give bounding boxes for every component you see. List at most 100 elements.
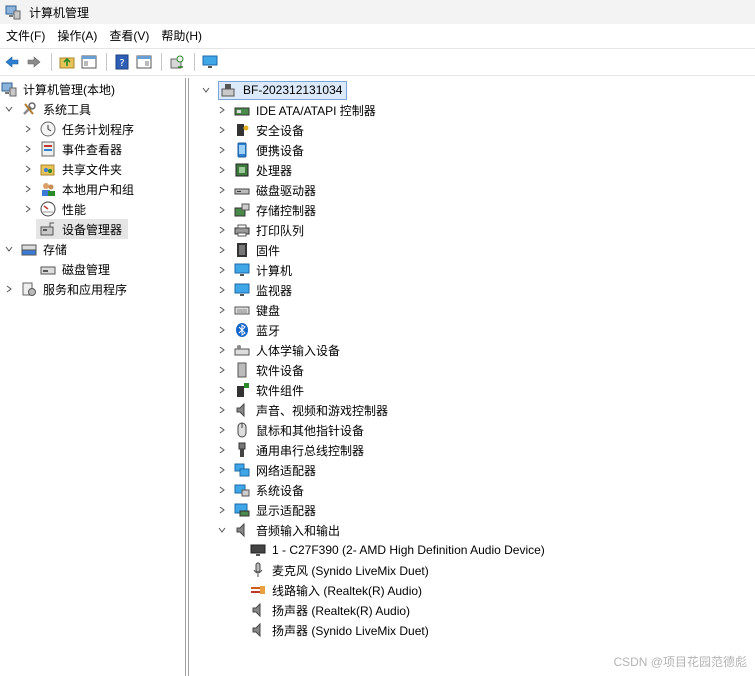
chevron-right-icon[interactable] (23, 184, 33, 194)
tree-item-disk-management[interactable]: 磁盘管理 (40, 259, 110, 279)
device-category[interactable]: 系统设备 (217, 480, 304, 500)
tree-item-services-apps[interactable]: 服务和应用程序 (4, 279, 127, 299)
computer-management-icon (5, 4, 21, 20)
show-hide-tree-icon[interactable] (79, 52, 99, 72)
monitor-audio-icon (250, 542, 266, 558)
chevron-right-icon[interactable] (217, 425, 227, 435)
device-category[interactable]: 打印队列 (217, 220, 304, 240)
device-category-label: 监视器 (256, 283, 293, 298)
action-pane-icon[interactable] (134, 52, 154, 72)
device-category[interactable]: 软件组件 (217, 380, 304, 400)
device-category[interactable]: 固件 (217, 240, 280, 260)
speaker-icon (234, 522, 250, 538)
device-category[interactable]: 计算机 (217, 260, 292, 280)
device-category-label: 显示适配器 (256, 503, 317, 518)
tree-item-shared-folders[interactable]: 共享文件夹 (23, 159, 122, 179)
tree-item-event-viewer[interactable]: 事件查看器 (23, 139, 122, 159)
audio-device[interactable]: 麦克风 (Synido LiveMix Duet) (250, 560, 429, 580)
device-category[interactable]: 处理器 (217, 160, 292, 180)
device-category[interactable]: 便携设备 (217, 140, 304, 160)
chevron-right-icon[interactable] (217, 385, 227, 395)
menu-help[interactable]: 帮助(H) (155, 26, 208, 46)
chevron-right-icon[interactable] (217, 245, 227, 255)
tree-item-device-manager[interactable]: 设备管理器 (36, 219, 129, 239)
device-monitor-icon[interactable] (200, 52, 220, 72)
chevron-right-icon[interactable] (23, 204, 33, 214)
display-adapter-icon (234, 502, 250, 518)
scan-hardware-icon[interactable] (167, 52, 187, 72)
chevron-right-icon[interactable] (217, 345, 227, 355)
storage-icon (21, 241, 37, 257)
device-category[interactable]: 磁盘驱动器 (217, 180, 316, 200)
chevron-right-icon[interactable] (217, 205, 227, 215)
device-category-label: 固件 (256, 243, 281, 258)
device-category[interactable]: 存储控制器 (217, 200, 316, 220)
clock-icon (40, 121, 56, 137)
chevron-right-icon[interactable] (23, 144, 33, 154)
device-category[interactable]: 显示适配器 (217, 500, 316, 520)
chevron-right-icon[interactable] (217, 105, 227, 115)
tree-label: 共享文件夹 (62, 162, 123, 177)
device-root[interactable]: BF-202312131034 (201, 80, 348, 100)
chevron-right-icon[interactable] (217, 505, 227, 515)
device-category[interactable]: 监视器 (217, 280, 292, 300)
forward-icon[interactable] (24, 52, 44, 72)
device-category[interactable]: IDE ATA/ATAPI 控制器 (217, 100, 376, 120)
tree-item-system-tools[interactable]: 系统工具 (4, 99, 91, 119)
up-folder-icon[interactable] (57, 52, 77, 72)
chevron-right-icon[interactable] (217, 405, 227, 415)
chevron-right-icon[interactable] (217, 365, 227, 375)
ide-controller-icon (234, 102, 250, 118)
device-category[interactable]: 声音、视频和游戏控制器 (217, 400, 388, 420)
device-tree: BF-202312131034 IDE ATA/ATAPI 控制器 安全设备 便… (188, 78, 755, 676)
tree-label: 任务计划程序 (62, 122, 135, 137)
chevron-down-icon[interactable] (4, 244, 14, 254)
portable-device-icon (234, 142, 250, 158)
device-category[interactable]: 网络适配器 (217, 460, 316, 480)
chevron-right-icon[interactable] (23, 124, 33, 134)
back-icon[interactable] (2, 52, 22, 72)
device-category[interactable]: 安全设备 (217, 120, 304, 140)
chevron-right-icon[interactable] (217, 185, 227, 195)
tree-item-task-scheduler[interactable]: 任务计划程序 (23, 119, 134, 139)
chevron-right-icon[interactable] (217, 145, 227, 155)
audio-device[interactable]: 线路输入 (Realtek(R) Audio) (250, 580, 422, 600)
device-category[interactable]: 键盘 (217, 300, 280, 320)
chevron-right-icon[interactable] (217, 465, 227, 475)
chevron-right-icon[interactable] (23, 164, 33, 174)
chevron-right-icon[interactable] (217, 285, 227, 295)
device-category[interactable]: 鼠标和其他指针设备 (217, 420, 364, 440)
menu-view[interactable]: 查看(V) (103, 26, 155, 46)
chevron-right-icon[interactable] (217, 485, 227, 495)
chevron-down-icon[interactable] (217, 525, 227, 535)
chevron-right-icon[interactable] (217, 325, 227, 335)
device-category[interactable]: 软件设备 (217, 360, 304, 380)
processor-icon (234, 162, 250, 178)
chevron-right-icon[interactable] (217, 305, 227, 315)
chevron-right-icon[interactable] (217, 165, 227, 175)
chevron-right-icon[interactable] (217, 445, 227, 455)
tree-item-local-users[interactable]: 本地用户和组 (23, 179, 134, 199)
tree-item-performance[interactable]: 性能 (23, 199, 86, 219)
menu-file[interactable]: 文件(F) (0, 26, 51, 46)
device-root-selection: BF-202312131034 (218, 80, 348, 100)
chevron-right-icon[interactable] (217, 265, 227, 275)
device-category[interactable]: 人体学输入设备 (217, 340, 340, 360)
chevron-right-icon[interactable] (217, 225, 227, 235)
device-category[interactable]: 通用串行总线控制器 (217, 440, 364, 460)
bluetooth-icon (234, 322, 250, 338)
device-category-audio-io[interactable]: 音频输入和输出 (217, 520, 340, 540)
audio-device[interactable]: 扬声器 (Realtek(R) Audio) (250, 600, 410, 620)
help-icon[interactable]: ? (112, 52, 132, 72)
chevron-down-icon[interactable] (201, 85, 211, 95)
tree-item-storage[interactable]: 存储 (4, 239, 67, 259)
chevron-right-icon[interactable] (217, 125, 227, 135)
device-manager-icon (40, 221, 56, 237)
audio-device[interactable]: 1 - C27F390 (2- AMD High Definition Audi… (250, 540, 545, 560)
audio-device[interactable]: 扬声器 (Synido LiveMix Duet) (250, 620, 429, 640)
chevron-right-icon[interactable] (4, 284, 14, 294)
menu-action[interactable]: 操作(A) (51, 26, 103, 46)
chevron-down-icon[interactable] (4, 104, 14, 114)
device-category[interactable]: 蓝牙 (217, 320, 280, 340)
tree-root[interactable]: 计算机管理(本地) (1, 79, 115, 99)
